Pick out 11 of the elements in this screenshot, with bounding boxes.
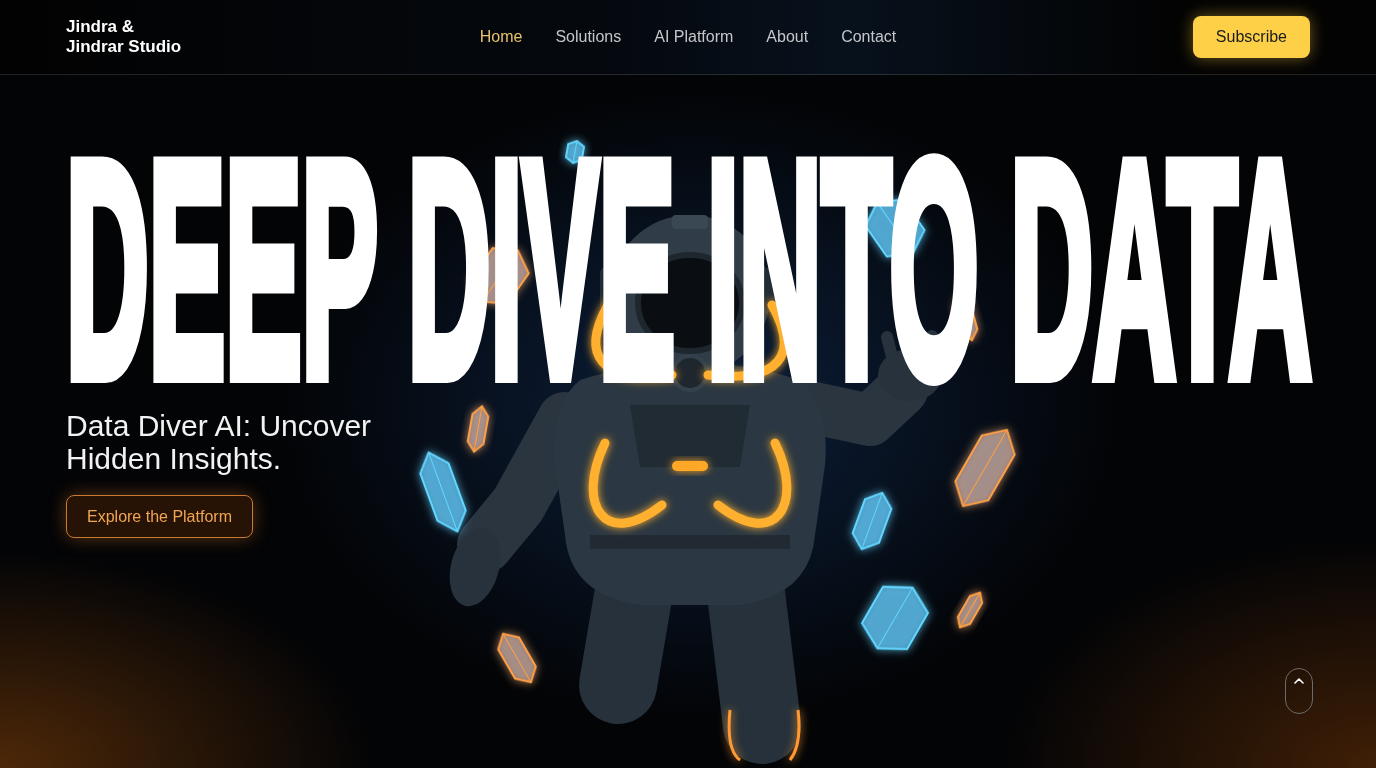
nav-link[interactable]: Home: [479, 27, 523, 47]
hero-subtitle: Data Diver AI: Uncover Hidden Insights.: [66, 409, 373, 475]
subscribe-button[interactable]: Subscribe: [1192, 16, 1310, 58]
nav-link[interactable]: Contact: [841, 27, 897, 47]
nav-link[interactable]: AI Platform: [654, 27, 734, 47]
nav-link[interactable]: About: [766, 27, 809, 47]
hero-headline: DEEP DIVE INTO DATA: [66, 150, 1312, 389]
brand-logo[interactable]: Jindra & Jindrar Studio: [66, 17, 182, 57]
caret-up-icon: [1294, 678, 1304, 684]
nav-link[interactable]: Solutions: [555, 27, 622, 47]
explore-platform-button[interactable]: Explore the Platform: [66, 495, 253, 538]
